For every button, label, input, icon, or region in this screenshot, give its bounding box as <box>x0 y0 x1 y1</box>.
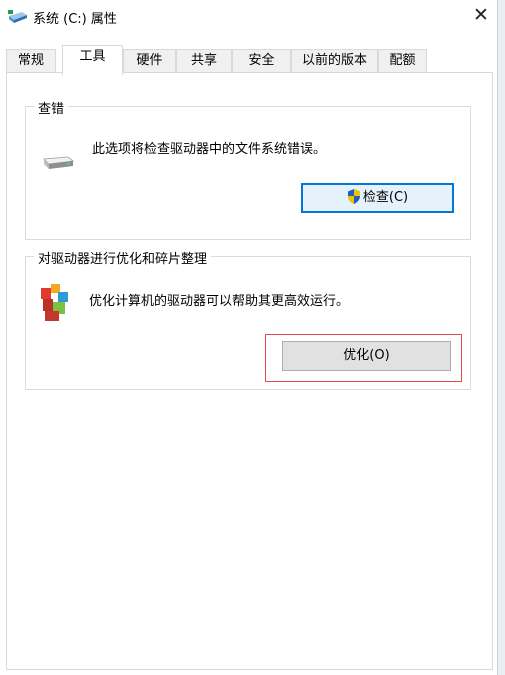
error-check-description: 此选项将检查驱动器中的文件系统错误。 <box>92 142 327 157</box>
tools-panel: 查错 此选项将检查驱动器中的文件系统错误。 检查(C) 对驱动器进行优化和碎片整… <box>6 72 493 670</box>
close-button[interactable]: ✕ <box>467 2 495 28</box>
tab-security[interactable]: 安全 <box>232 49 291 72</box>
tab-general[interactable]: 常规 <box>6 49 56 72</box>
title-bar: 系统 (C:) 属性 ✕ <box>0 0 497 33</box>
tab-label: 配额 <box>389 53 416 68</box>
optimize-title: 对驱动器进行优化和碎片整理 <box>34 248 212 267</box>
tab-label: 以前的版本 <box>301 53 367 68</box>
optimize-description: 优化计算机的驱动器可以帮助其更高效运行。 <box>89 294 350 309</box>
tab-label: 安全 <box>248 53 275 68</box>
defrag-icon <box>39 282 71 326</box>
tab-tools[interactable]: 工具 <box>62 45 123 75</box>
tab-label: 硬件 <box>136 53 163 68</box>
drive-icon <box>7 9 29 25</box>
window-title: 系统 (C:) 属性 <box>33 12 117 27</box>
window-edge <box>497 0 505 675</box>
tab-sharing[interactable]: 共享 <box>176 49 232 72</box>
tab-strip: 常规 工具 硬件 共享 安全 以前的版本 配额 <box>0 45 497 75</box>
tab-quota[interactable]: 配额 <box>378 49 427 72</box>
check-button-label: 检查(C) <box>362 190 409 205</box>
tab-label: 工具 <box>79 49 106 64</box>
error-check-group: 查错 此选项将检查驱动器中的文件系统错误。 检查(C) <box>25 98 471 240</box>
properties-dialog: 系统 (C:) 属性 ✕ 常规 工具 硬件 共享 安全 以前的版本 配额 查错 … <box>0 0 497 675</box>
tab-label: 共享 <box>190 53 217 68</box>
drive-icon <box>40 152 76 174</box>
close-icon: ✕ <box>473 4 489 26</box>
error-check-title: 查错 <box>34 98 69 117</box>
highlight-box <box>265 334 462 382</box>
check-button[interactable]: 检查(C) <box>301 183 454 213</box>
tab-hardware[interactable]: 硬件 <box>123 49 176 72</box>
tab-label: 常规 <box>17 53 44 68</box>
tab-previous-versions[interactable]: 以前的版本 <box>291 49 378 72</box>
uac-shield-icon <box>347 188 361 204</box>
